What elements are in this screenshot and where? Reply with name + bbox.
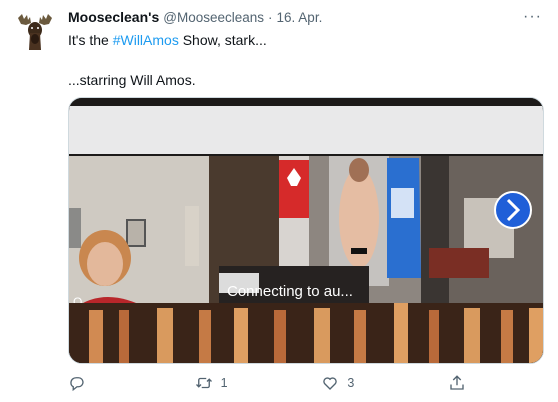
retweet-icon: [195, 377, 212, 389]
next-arrow-icon: [494, 191, 532, 229]
tweet-actions: 1 3: [68, 372, 488, 394]
retweet-count: 1: [220, 376, 228, 390]
hashtag-link[interactable]: #WillAmos: [113, 32, 179, 48]
reply-button[interactable]: [68, 374, 108, 392]
tweet-media-image[interactable]: O Connecting to au...: [68, 97, 544, 364]
tweet-text-part: It's the: [68, 32, 113, 48]
retweet-button[interactable]: 1: [195, 374, 235, 392]
like-count: 3: [347, 376, 355, 390]
user-handle[interactable]: @Mooseecleans: [163, 10, 264, 25]
share-button[interactable]: [448, 374, 488, 392]
display-name[interactable]: Mooseclean's: [68, 9, 159, 25]
connecting-overlay-text: Connecting to au...: [227, 283, 353, 300]
heart-icon: [323, 377, 338, 390]
reply-icon: [70, 377, 84, 392]
moose-avatar-icon: [12, 8, 58, 54]
tweet-date[interactable]: 16. Apr.: [277, 10, 323, 25]
tweet-text-part: Show, stark...: [178, 32, 267, 48]
header-separator: ·: [268, 10, 273, 25]
avatar[interactable]: [12, 8, 58, 54]
like-button[interactable]: 3: [321, 374, 361, 392]
tweet-text-line-2: ...starring Will Amos.: [68, 72, 196, 88]
tweet-card: Mooseclean's @Mooseecleans · 16. Apr. ··…: [0, 0, 558, 402]
tweet-header: Mooseclean's @Mooseecleans · 16. Apr.: [68, 9, 322, 29]
tweet-text-line-1: It's the #WillAmos Show, stark...: [68, 32, 267, 48]
share-icon: [450, 375, 464, 390]
video-call-photo: O Connecting to au...: [69, 98, 543, 363]
more-options-icon[interactable]: ···: [523, 8, 542, 26]
